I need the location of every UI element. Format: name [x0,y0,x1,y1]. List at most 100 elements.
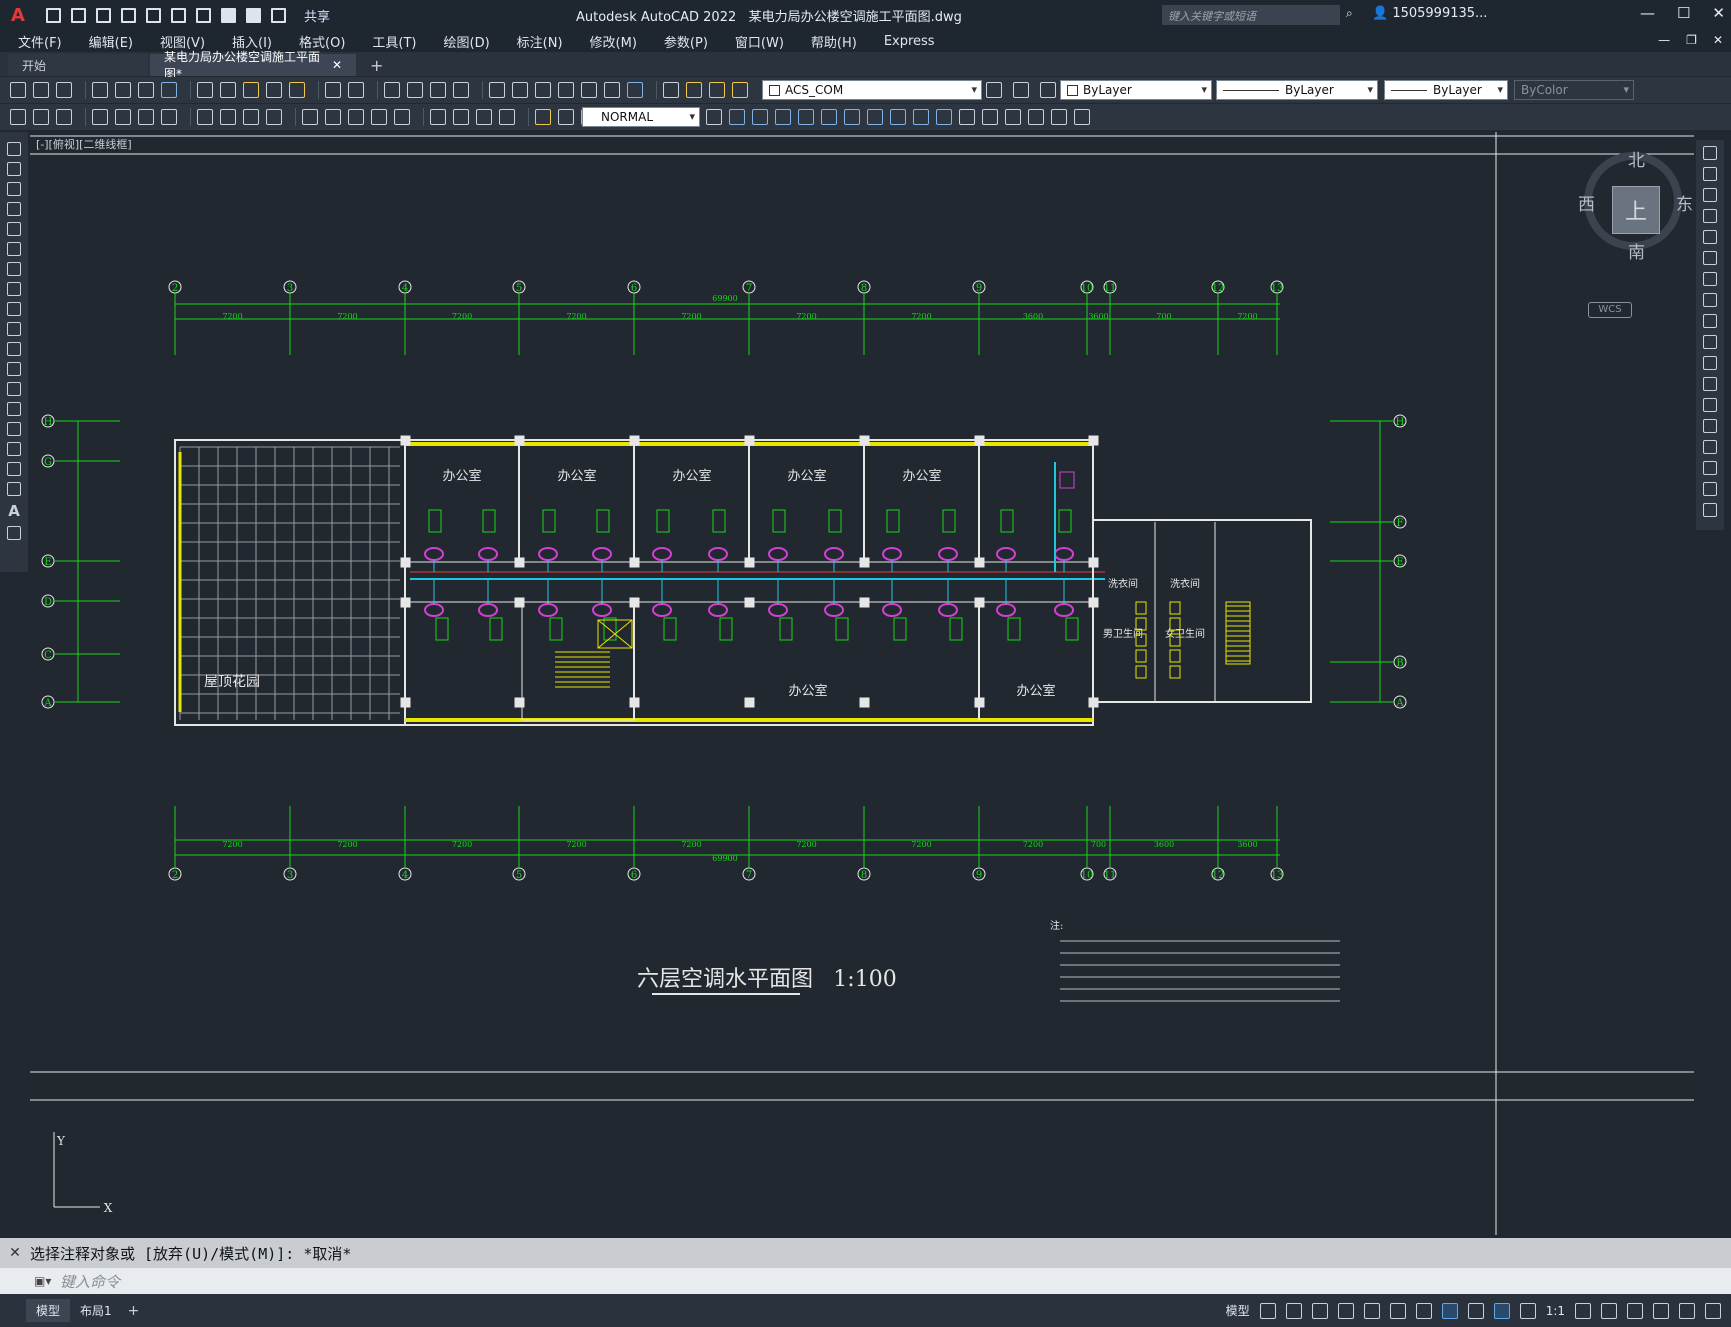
3d-print-icon[interactable] [161,82,177,98]
help-icon[interactable] [627,82,643,98]
wcs-menu[interactable]: WCS [1588,302,1632,318]
block-editor-icon[interactable] [289,82,305,98]
mirror-icon[interactable] [752,109,768,125]
copy-icon[interactable] [220,82,236,98]
ortho-icon[interactable] [1337,1302,1354,1319]
tab-drawing[interactable]: 某电力局办公楼空调施工平面图* ✕ [150,50,356,81]
arc-length-icon[interactable] [138,109,154,125]
close-icon[interactable]: ✕ [1712,4,1725,22]
match-properties-icon[interactable] [266,82,282,98]
tool-palettes-icon[interactable] [535,82,551,98]
lineweight-icon[interactable] [1467,1302,1484,1319]
search-icon[interactable]: ⌕ [1346,6,1353,21]
trim-icon[interactable] [1703,335,1717,349]
blend-icon[interactable] [1703,482,1717,496]
open-file-icon[interactable] [71,7,86,23]
aligned-dim-icon[interactable] [115,109,131,125]
stretch-icon[interactable] [890,109,906,125]
move-icon[interactable] [1703,251,1717,265]
table-icon[interactable] [7,482,21,496]
array-icon[interactable] [798,109,814,125]
extend-icon[interactable] [936,109,952,125]
move-icon[interactable] [821,109,837,125]
chamfer-icon[interactable] [1703,440,1717,454]
tab-model[interactable]: 模型 [26,1299,71,1322]
break-icon[interactable] [959,109,975,125]
extend-icon[interactable] [1703,356,1717,370]
share-button[interactable]: 共享 [304,6,330,25]
user-account[interactable]: 👤 1505999135... [1372,6,1487,21]
angular-dim-icon[interactable] [266,109,282,125]
rotate-icon[interactable] [1703,272,1717,286]
dimstyle-dropdown[interactable]: NORMAL [582,107,700,127]
menu-draw[interactable]: 绘图(D) [444,32,490,51]
linear-dim-icon[interactable] [92,109,108,125]
close-command-icon[interactable]: ✕ [0,1245,30,1261]
diameter-dim-icon[interactable] [243,109,259,125]
command-input[interactable]: 键入命令 [60,1271,120,1292]
continue-dim-icon[interactable] [348,109,364,125]
menu-parametric[interactable]: 参数(P) [664,32,708,51]
command-line[interactable]: ▣▾ 键入命令 [0,1268,1731,1294]
annotation-visibility-icon[interactable] [1493,1302,1510,1319]
command-prompt-icon[interactable]: ▣▾ [0,1274,60,1288]
join-icon[interactable] [982,109,998,125]
color-dropdown[interactable]: ByLayer [1060,80,1212,100]
object-snap-icon[interactable] [1441,1302,1458,1319]
new-file-icon[interactable] [46,7,61,23]
trim-icon[interactable] [913,109,929,125]
menu-edit[interactable]: 编辑(E) [89,32,133,51]
layer-properties-icon[interactable] [663,82,679,98]
inspection-icon[interactable] [476,109,492,125]
doc-close-icon[interactable]: ✕ [1713,33,1723,47]
menu-express[interactable]: Express [884,34,935,49]
autoscale-icon[interactable] [1519,1302,1536,1319]
pan-icon[interactable] [384,82,400,98]
mtext-icon[interactable]: A [8,502,20,520]
design-center-icon[interactable] [512,82,528,98]
tab-start[interactable]: 开始 [8,54,148,76]
plot-preview-icon[interactable] [115,82,131,98]
erase-icon[interactable] [1074,109,1090,125]
hatch-icon[interactable] [7,422,21,436]
dim-style-icon[interactable] [10,109,26,125]
autocad-logo-icon[interactable]: A [8,5,28,26]
dim-style-apply-icon[interactable] [706,109,722,125]
open-web-icon[interactable] [146,7,161,23]
dim-break-icon[interactable] [394,109,410,125]
region-icon[interactable] [7,462,21,476]
chamfer-icon[interactable] [1005,109,1021,125]
zoom-previous-icon[interactable] [453,82,469,98]
tolerance-icon[interactable] [430,109,446,125]
rotate-icon[interactable] [844,109,860,125]
compass-east[interactable]: 东 [1676,190,1693,215]
erase-icon[interactable] [1703,146,1717,160]
menu-modify[interactable]: 修改(M) [590,32,637,51]
save-as-icon[interactable] [121,7,136,23]
jogged-linear-icon[interactable] [499,109,515,125]
model-space-button[interactable]: 模型 [1226,1302,1250,1319]
baseline-dim-icon[interactable] [325,109,341,125]
open-icon[interactable] [33,82,49,98]
scale-icon[interactable] [1703,293,1717,307]
markup-icon[interactable] [581,82,597,98]
layer-state-icon[interactable] [1039,82,1056,98]
annotation-scale[interactable]: 1:1 [1546,1304,1565,1318]
menu-dimension[interactable]: 标注(N) [517,32,563,51]
polygon-icon[interactable] [7,202,21,216]
menu-tools[interactable]: 工具(T) [372,32,416,51]
center-mark-icon[interactable] [453,109,469,125]
layer-previous-icon[interactable] [1012,82,1029,98]
fillet-icon[interactable] [1703,461,1717,475]
object-snap-tracking-icon[interactable] [1415,1302,1432,1319]
quick-dim-icon[interactable] [302,109,318,125]
radius-dim-icon[interactable] [197,109,213,125]
add-selected-icon[interactable] [7,526,21,540]
make-block-icon[interactable] [7,382,21,396]
sheet-set-icon[interactable] [558,82,574,98]
plot-icon[interactable] [92,82,108,98]
fullscreen-icon[interactable] [1679,1302,1695,1319]
layer-lock-icon[interactable] [732,82,748,98]
menu-file[interactable]: 文件(F) [18,32,62,51]
compass-west[interactable]: 西 [1578,190,1595,215]
